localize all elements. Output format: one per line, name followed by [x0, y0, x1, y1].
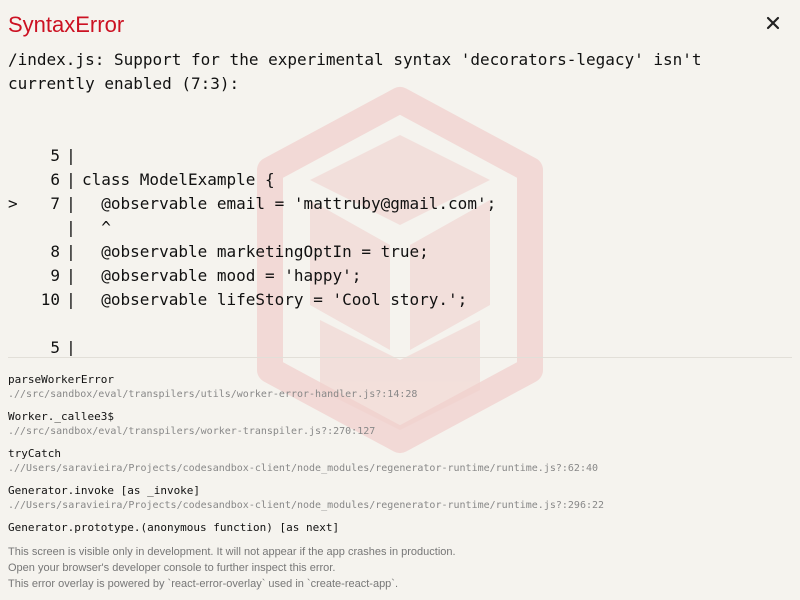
line-marker: [8, 288, 28, 312]
error-header: SyntaxError: [8, 10, 792, 40]
line-separator: |: [66, 266, 76, 285]
line-number: 7: [50, 194, 60, 213]
stack-frame[interactable]: Worker._callee3$ .//src/sandbox/eval/tran…: [8, 409, 792, 439]
footer-line-powered-by: This error overlay is powered by `react-…: [8, 578, 399, 590]
line-number: 5: [50, 146, 60, 165]
stack-frame-location[interactable]: .//Users/saravieira/Projects/codesandbox…: [8, 499, 792, 513]
stack-frame[interactable]: parseWorkerError .//src/sandbox/eval/tran…: [8, 372, 792, 402]
code-line: 5 |: [8, 144, 788, 168]
stack-trace[interactable]: parseWorkerError .//src/sandbox/eval/tran…: [8, 372, 792, 538]
line-number: 9: [50, 266, 60, 285]
line-number: [28, 312, 60, 336]
line-marker: [8, 216, 28, 240]
line-marker: [8, 336, 28, 356]
stack-frame-location[interactable]: .//Users/saravieira/Projects/codesandbox…: [8, 462, 792, 476]
line-marker: [8, 120, 28, 144]
code-line: 10 | @observable lifeStory = 'Cool story.…: [8, 288, 788, 312]
code-line: >7 | @observable email = 'mattruby@gmail.…: [8, 192, 788, 216]
error-title: SyntaxError: [8, 12, 125, 37]
line-separator: |: [66, 170, 76, 189]
line-marker: [8, 168, 28, 192]
line-marker: [8, 264, 28, 288]
stack-frame-function: Generator.invoke [as _invoke]: [8, 484, 201, 497]
line-number: 8: [50, 242, 60, 261]
line-marker: >: [8, 194, 18, 213]
stack-frame[interactable]: Generator.prototype.(anonymous function)…: [8, 520, 792, 536]
line-marker: [8, 312, 28, 336]
line-number: [28, 120, 60, 144]
stack-frame-function: Generator.prototype.(anonymous function)…: [8, 521, 340, 534]
error-message: /index.js: Support for the experimental …: [8, 50, 712, 93]
line-number: 10: [40, 290, 60, 309]
line-separator: |: [66, 290, 76, 309]
footer-notice: This screen is visible only in developme…: [8, 544, 792, 592]
line-separator: [60, 312, 82, 336]
stack-frame-location[interactable]: .//src/sandbox/eval/transpilers/utils/wo…: [8, 388, 792, 402]
line-code: class ModelExample {: [82, 170, 275, 189]
line-code: @observable mood = 'happy';: [82, 266, 362, 285]
code-line: 5 |: [8, 336, 788, 356]
code-line: 6 | class ModelExample {: [8, 168, 788, 192]
footer-line-console: Open your browser's developer console to…: [8, 562, 336, 574]
error-overlay: SyntaxError /index.js: Support for the e…: [0, 0, 800, 600]
line-code: @observable email = 'mattruby@gmail.com'…: [82, 194, 497, 213]
line-separator: |: [66, 146, 76, 165]
footer-line-dev-only: This screen is visible only in developme…: [8, 546, 456, 558]
stack-frame-function: Worker._callee3$: [8, 410, 114, 423]
divider: [8, 357, 792, 358]
line-separator: [60, 120, 82, 144]
code-frame: 5 | 6 | class ModelExample {>7 | @observable …: [8, 120, 788, 356]
line-marker: [8, 240, 28, 264]
code-line: | ^: [8, 216, 788, 240]
line-separator: |: [66, 194, 76, 213]
line-marker: [8, 144, 28, 168]
code-line: 9 | @observable mood = 'happy';: [8, 264, 788, 288]
close-icon[interactable]: [762, 12, 784, 34]
line-separator: |: [66, 242, 76, 261]
stack-frame-function: parseWorkerError: [8, 373, 114, 386]
line-separator: |: [66, 338, 76, 356]
line-separator: |: [66, 218, 76, 237]
code-line: [8, 312, 788, 336]
stack-frame[interactable]: Generator.invoke [as _invoke] .//Users/sa…: [8, 483, 792, 513]
line-number: [28, 216, 60, 240]
line-number: 6: [50, 170, 60, 189]
stack-frame-location[interactable]: .//src/sandbox/eval/transpilers/worker-t…: [8, 425, 792, 439]
stack-frame-function: tryCatch: [8, 447, 61, 460]
line-number: 5: [50, 338, 60, 356]
line-code: @observable marketingOptIn = true;: [82, 242, 429, 261]
line-code: ^: [82, 218, 111, 237]
code-line: 8 | @observable marketingOptIn = true;: [8, 240, 788, 264]
stack-frame[interactable]: tryCatch .//Users/saravieira/Projects/cod…: [8, 446, 792, 476]
code-line: [8, 120, 788, 144]
line-code: @observable lifeStory = 'Cool story.';: [82, 290, 468, 309]
